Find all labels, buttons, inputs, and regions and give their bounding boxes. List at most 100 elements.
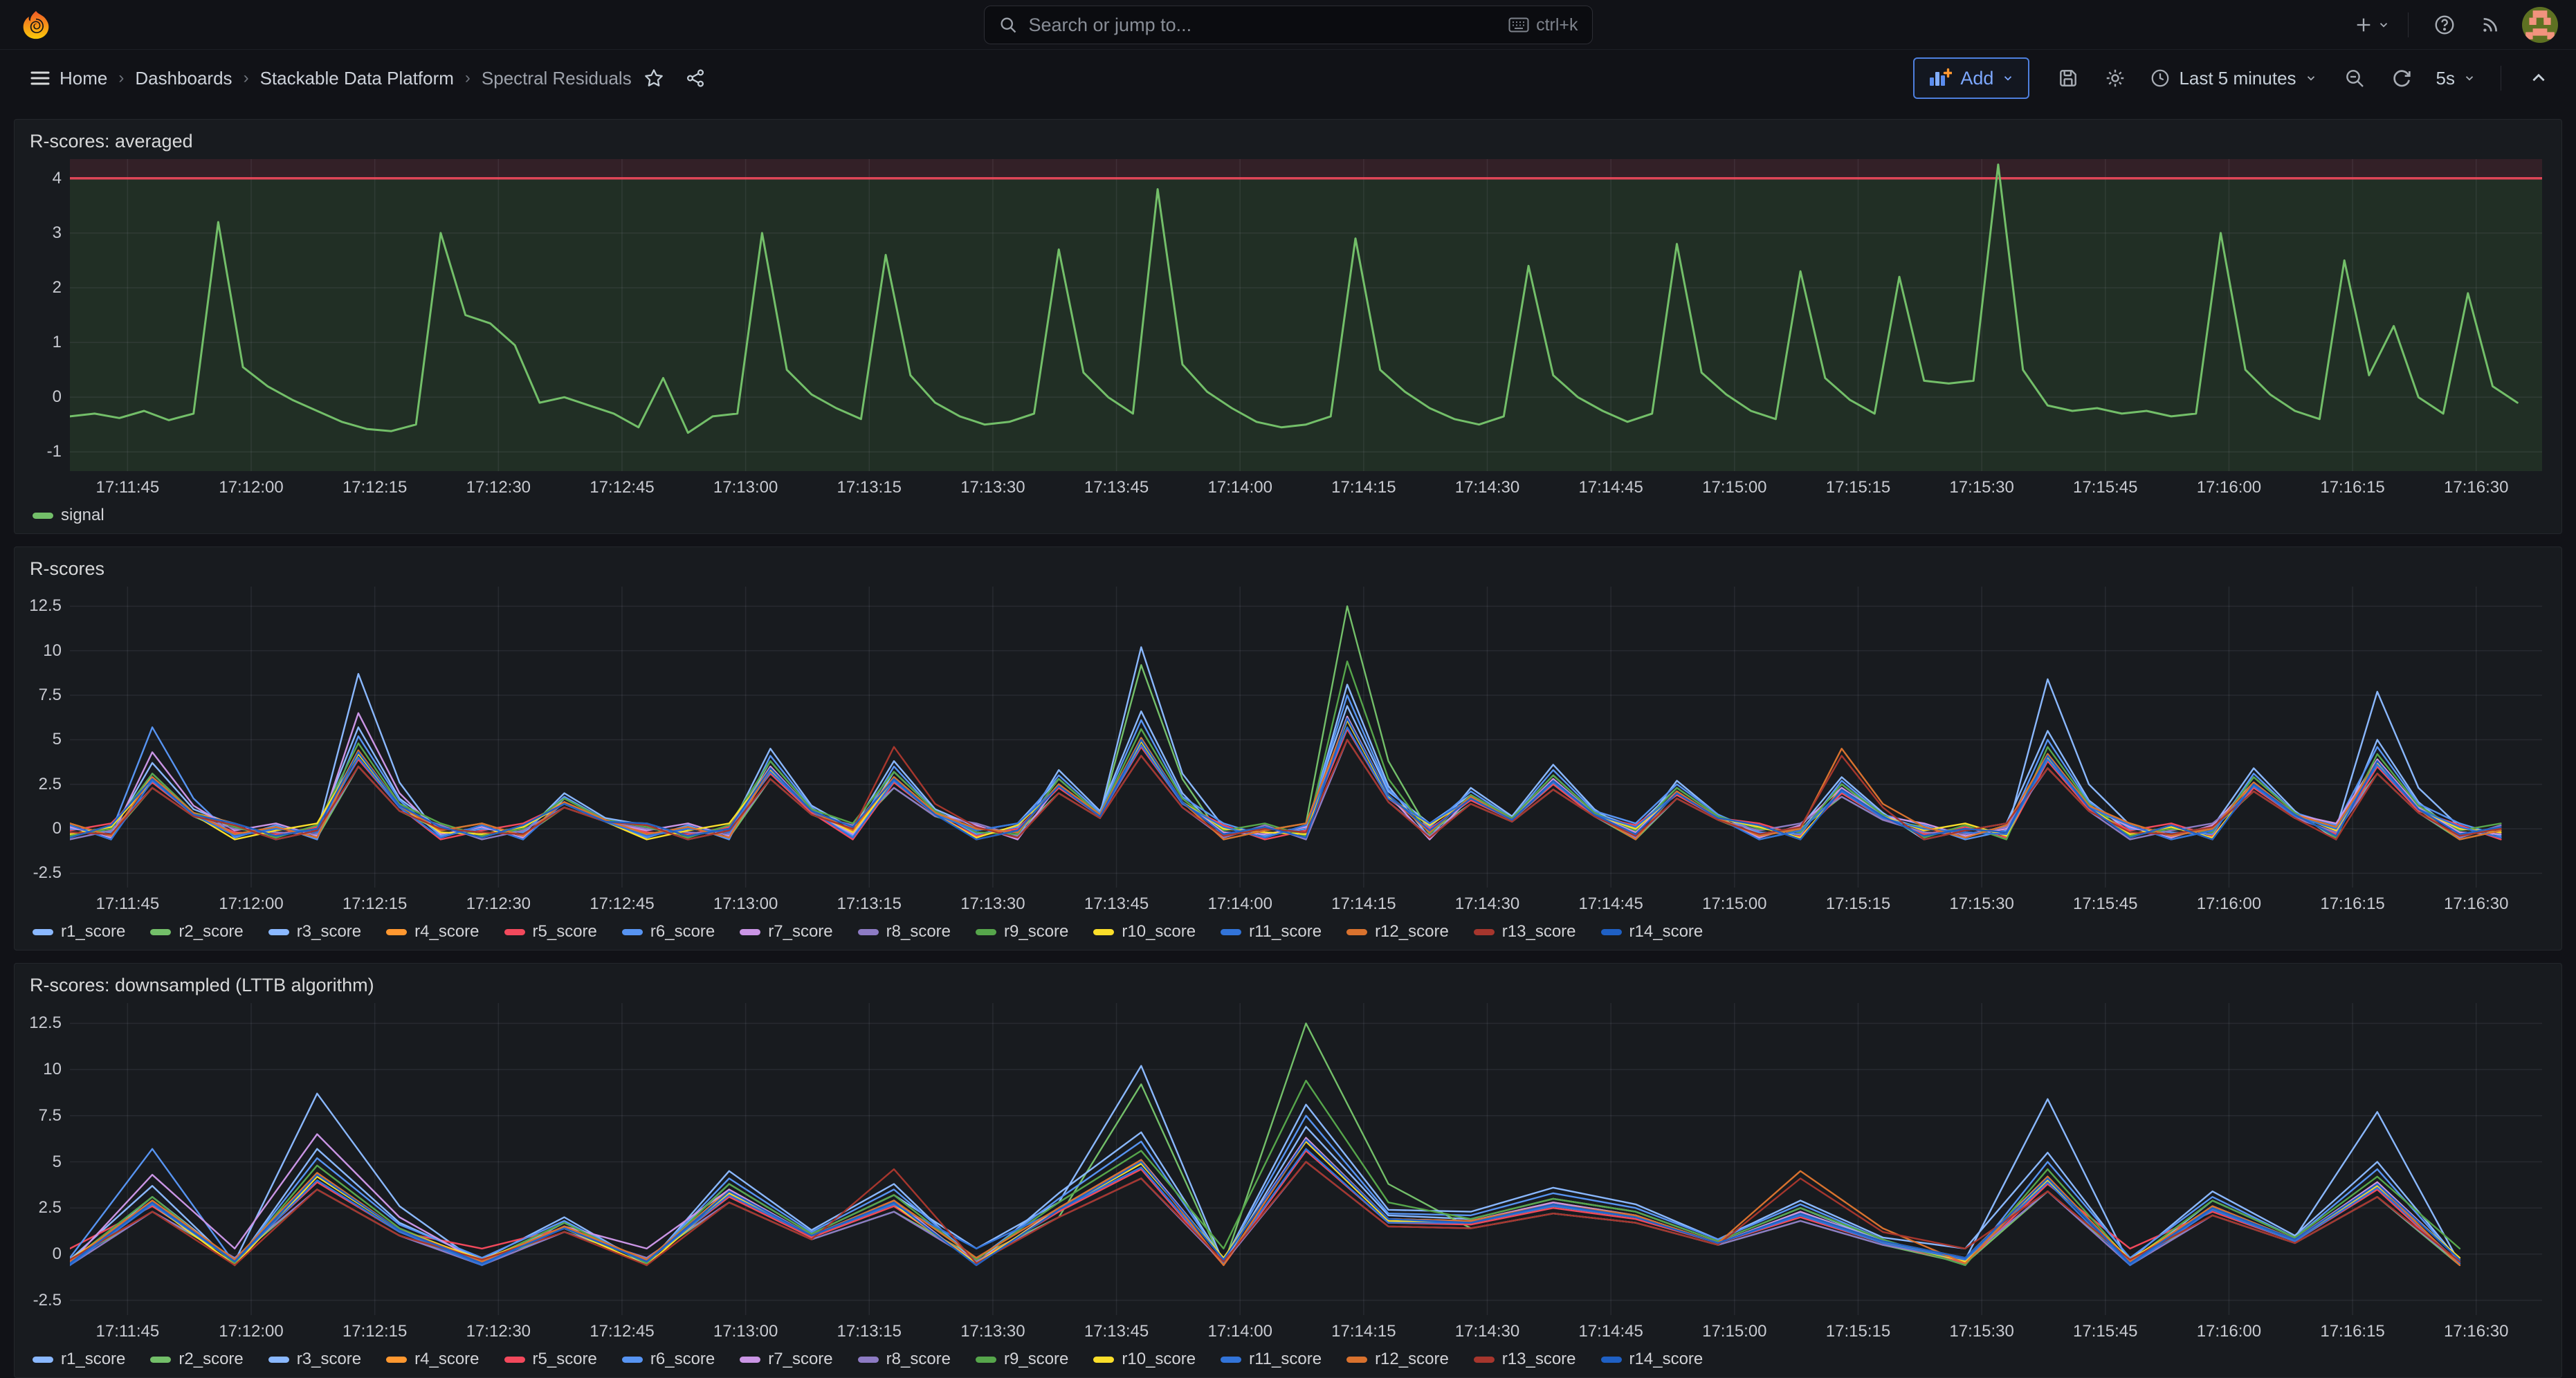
plot-area[interactable] xyxy=(70,1003,2542,1315)
legend-item-r5_score[interactable]: r5_score xyxy=(504,1350,597,1369)
breadcrumb-dashboards[interactable]: Dashboards xyxy=(135,68,232,89)
legend-item-r10_score[interactable]: r10_score xyxy=(1093,922,1196,941)
legend-item-r9_score[interactable]: r9_score xyxy=(976,1350,1068,1369)
new-button[interactable] xyxy=(2353,6,2391,44)
plus-icon xyxy=(2354,15,2373,35)
breadcrumb: Home › Dashboards › Stackable Data Platf… xyxy=(60,68,632,89)
panel-title[interactable]: R-scores: downsampled (LTTB algorithm) xyxy=(15,964,2561,998)
add-panel-button[interactable]: Add xyxy=(1913,57,2029,99)
search-input[interactable] xyxy=(1029,15,1498,36)
legend-item-r2_score[interactable]: r2_score xyxy=(150,922,243,941)
legend-swatch xyxy=(386,929,407,935)
legend-item-r2_score[interactable]: r2_score xyxy=(150,1350,243,1369)
legend-item-r4_score[interactable]: r4_score xyxy=(386,1350,479,1369)
legend: r1_score r2_score r3_score r4_score r5_score… xyxy=(24,918,2542,944)
dashboard-settings-button[interactable] xyxy=(2096,59,2135,98)
y-tick-label: 12.5 xyxy=(29,1013,62,1033)
legend-item-r6_score[interactable]: r6_score xyxy=(622,1350,715,1369)
legend-item-r13_score[interactable]: r13_score xyxy=(1474,1350,1576,1369)
y-tick-label: 7.5 xyxy=(39,686,62,705)
favorite-button[interactable] xyxy=(634,59,673,98)
x-tick-label: 17:14:45 xyxy=(1578,894,1643,914)
legend-item-r12_score[interactable]: r12_score xyxy=(1346,922,1449,941)
global-search[interactable]: ctrl+k xyxy=(984,6,1593,44)
help-button[interactable] xyxy=(2425,6,2464,44)
x-tick-label: 17:13:45 xyxy=(1084,1322,1149,1341)
legend-swatch xyxy=(622,929,643,935)
legend-item-r4_score[interactable]: r4_score xyxy=(386,922,479,941)
legend-item-r8_score[interactable]: r8_score xyxy=(858,922,951,941)
legend-swatch xyxy=(268,929,289,935)
legend-item-r1_score[interactable]: r1_score xyxy=(33,1350,125,1369)
news-button[interactable] xyxy=(2471,6,2510,44)
legend-item-r6_score[interactable]: r6_score xyxy=(622,922,715,941)
breadcrumb-home[interactable]: Home xyxy=(60,68,107,89)
legend-label: r1_score xyxy=(61,1350,125,1369)
legend-item-r12_score[interactable]: r12_score xyxy=(1346,1350,1449,1369)
x-axis: 17:11:4517:12:0017:12:1517:12:3017:12:45… xyxy=(70,888,2542,918)
save-dashboard-button[interactable] xyxy=(2049,59,2088,98)
x-tick-label: 17:13:30 xyxy=(960,478,1025,497)
dashboard-toolbar: Home › Dashboards › Stackable Data Platf… xyxy=(0,50,2576,107)
legend-item-r5_score[interactable]: r5_score xyxy=(504,922,597,941)
legend-label: r3_score xyxy=(297,922,361,941)
legend-item-r10_score[interactable]: r10_score xyxy=(1093,1350,1196,1369)
x-tick-label: 17:11:45 xyxy=(96,894,160,914)
y-tick-label: 1 xyxy=(53,333,62,352)
legend-item-r3_score[interactable]: r3_score xyxy=(268,922,361,941)
legend-swatch xyxy=(976,929,996,935)
breadcrumb-folder[interactable]: Stackable Data Platform xyxy=(260,68,454,89)
legend-item-r14_score[interactable]: r14_score xyxy=(1601,1350,1703,1369)
legend-swatch xyxy=(268,1357,289,1363)
plot-area[interactable] xyxy=(70,159,2542,471)
legend-swatch xyxy=(150,1357,171,1363)
breadcrumb-separator: › xyxy=(118,68,124,88)
legend-label: r7_score xyxy=(768,1350,832,1369)
grafana-logo[interactable] xyxy=(18,7,54,43)
refresh-interval-picker[interactable]: 5s xyxy=(2427,57,2485,99)
x-tick-label: 17:16:00 xyxy=(2197,478,2261,497)
collapse-toolbar-button[interactable] xyxy=(2519,59,2558,98)
panel-title[interactable]: R-scores: averaged xyxy=(15,120,2561,154)
x-tick-label: 17:14:45 xyxy=(1578,478,1643,497)
share-button[interactable] xyxy=(676,59,715,98)
panel-title[interactable]: R-scores xyxy=(15,547,2561,581)
zoom-out-time-button[interactable] xyxy=(2335,59,2374,98)
mega-menu-toggle[interactable] xyxy=(21,59,60,98)
legend-item-r9_score[interactable]: r9_score xyxy=(976,922,1068,941)
legend-item-r13_score[interactable]: r13_score xyxy=(1474,922,1576,941)
panel-r-scores-averaged: R-scores: averaged 43210-1 17:11:4517:12… xyxy=(14,119,2562,534)
legend-item-signal[interactable]: signal xyxy=(33,506,104,525)
chart-svg xyxy=(70,159,2542,471)
legend-item-r1_score[interactable]: r1_score xyxy=(33,922,125,941)
y-tick-label: 2.5 xyxy=(39,1198,62,1218)
x-tick-label: 17:15:00 xyxy=(1702,894,1766,914)
plot-area[interactable] xyxy=(70,587,2542,888)
legend-item-r3_score[interactable]: r3_score xyxy=(268,1350,361,1369)
legend-swatch xyxy=(1601,929,1622,935)
panel-r-scores: R-scores 12.5107.552.50-2.5 17:11:4517:1… xyxy=(14,546,2562,950)
user-avatar[interactable] xyxy=(2522,7,2558,43)
breadcrumb-current-dashboard[interactable]: Spectral Residuals xyxy=(482,68,632,89)
legend-item-r11_score[interactable]: r11_score xyxy=(1221,922,1322,941)
legend-item-r7_score[interactable]: r7_score xyxy=(740,922,832,941)
legend-item-r14_score[interactable]: r14_score xyxy=(1601,922,1703,941)
x-tick-label: 17:13:15 xyxy=(837,894,902,914)
x-tick-label: 17:12:15 xyxy=(342,1322,407,1341)
legend-label: r12_score xyxy=(1375,1350,1449,1369)
x-tick-label: 17:13:15 xyxy=(837,1322,902,1341)
x-tick-label: 17:15:00 xyxy=(1702,478,1766,497)
x-tick-label: 17:15:15 xyxy=(1826,894,1890,914)
refresh-button[interactable] xyxy=(2382,59,2421,98)
x-tick-label: 17:16:30 xyxy=(2444,478,2508,497)
x-tick-label: 17:15:00 xyxy=(1702,1322,1766,1341)
legend-swatch xyxy=(1093,929,1114,935)
legend-item-r11_score[interactable]: r11_score xyxy=(1221,1350,1322,1369)
x-tick-label: 17:12:00 xyxy=(219,894,283,914)
time-range-picker[interactable]: Last 5 minutes xyxy=(2140,57,2326,99)
legend-item-r8_score[interactable]: r8_score xyxy=(858,1350,951,1369)
legend-item-r7_score[interactable]: r7_score xyxy=(740,1350,832,1369)
x-tick-label: 17:14:30 xyxy=(1455,1322,1519,1341)
star-icon xyxy=(643,68,664,89)
x-tick-label: 17:11:45 xyxy=(96,478,160,497)
